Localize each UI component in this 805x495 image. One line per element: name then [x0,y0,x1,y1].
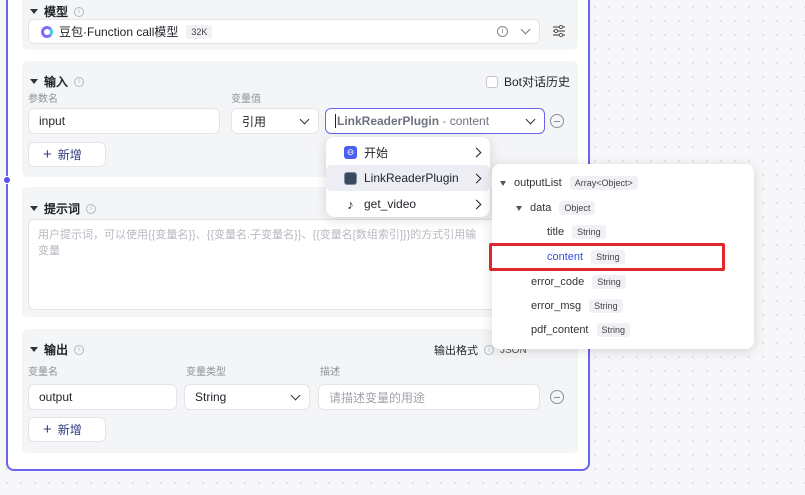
chevron-down-icon[interactable] [299,114,310,124]
add-output-label: 新增 [57,423,82,437]
tree-row-title[interactable]: title String [547,221,606,243]
chevron-right-icon [471,199,482,209]
param-name-column-label: 参数名 [28,94,58,105]
expand-caret-icon[interactable] [516,205,522,211]
prompt-section-title: 提示词 [44,202,81,216]
doubao-logo-icon [41,25,53,38]
field-name: pdf_content [531,324,589,336]
bot-history-toggle[interactable]: Bot对话历史 [486,73,570,90]
output-section-header[interactable]: 输出 i [30,341,85,358]
field-name: data [530,202,552,214]
info-icon: i [86,203,97,214]
bot-history-checkbox[interactable] [486,75,498,88]
type-badge: Array<Object> [569,176,638,190]
add-input-label: 新增 [57,148,82,162]
chevron-right-icon [471,147,482,157]
plus-icon: + [43,146,52,163]
output-section-title: 输出 [44,343,69,357]
ref-type-value: 引用 [242,114,267,129]
model-info-icon[interactable]: i [497,26,508,37]
field-name: error_msg [531,300,582,312]
start-node-icon: ⊖ [344,145,357,159]
chevron-down-icon[interactable] [525,114,536,124]
type-badge: String [592,275,626,289]
context-length-badge: 32K [186,24,213,39]
source-node-menu: ⊖ 开始 LinkReaderPlugin ♪ get_video [326,137,490,217]
output-var-name-input[interactable]: output [28,384,177,410]
menu-item-start[interactable]: ⊖ 开始 [326,139,490,165]
type-badge: String [596,323,631,337]
ref-type-select[interactable]: 引用 [231,108,319,134]
text-cursor [335,114,336,128]
output-var-type-select[interactable]: String [184,384,310,410]
model-name: 豆包·Function call模型 [59,25,179,39]
menu-item-label: get_video [364,197,417,211]
menu-item-label: LinkReaderPlugin [364,171,459,185]
collapse-caret-icon[interactable] [30,9,38,14]
tree-row-pdf-content[interactable]: pdf_content String [531,319,631,341]
input-section-header[interactable]: 输入 i [30,73,85,90]
remove-input-icon[interactable] [550,114,564,128]
plugin-icon [344,171,357,185]
add-output-button[interactable]: + 新增 [28,417,106,442]
var-value-column-label: 变量值 [231,94,261,105]
ref-field-text: content [449,114,490,128]
model-select[interactable]: 豆包·Function call模型 32K i [28,19,540,44]
chevron-down-icon[interactable] [520,24,531,35]
ref-value-select[interactable]: LinkReaderPlugin - content [325,108,545,134]
type-badge: String [589,299,623,313]
tree-row-data[interactable]: data Object [516,197,596,219]
field-name: error_code [531,276,585,288]
menu-item-label: 开始 [364,145,389,160]
add-input-button[interactable]: + 新增 [28,142,106,167]
collapse-caret-icon[interactable] [30,79,38,84]
tiktok-icon: ♪ [347,196,354,212]
output-description-input[interactable]: 请描述变量的用途 [318,384,540,410]
info-icon: i [484,345,494,355]
menu-item-get-video[interactable]: ♪ get_video [326,191,490,217]
prompt-placeholder-line2: 变量 [38,245,60,257]
expand-caret-icon[interactable] [500,180,506,186]
description-column-label: 描述 [320,367,340,378]
prompt-placeholder-line1: 用户提示词，可以使用{{变量名}}、{{变量名.子变量名}}、{{变量名[数组索… [38,229,477,241]
var-type-column-label: 变量类型 [186,367,226,378]
ref-separator: - [439,114,450,128]
param-name-input[interactable]: input [28,108,220,134]
chevron-right-icon [471,173,482,183]
tree-row-outputlist[interactable]: outputList Array<Object> [500,172,638,194]
model-section-title: 模型 [44,5,69,19]
chevron-down-icon[interactable] [290,390,301,400]
input-port-dot[interactable] [3,176,11,184]
model-section-header[interactable]: 模型 i [30,3,85,20]
bot-history-label: Bot对话历史 [504,75,571,89]
highlight-annotation-box [489,243,725,271]
tree-row-error-code[interactable]: error_code String [531,271,626,293]
field-name: outputList [514,177,562,189]
collapse-caret-icon[interactable] [30,206,38,211]
output-format-label: 输出格式 [434,345,478,357]
field-name: title [547,226,565,238]
var-name-column-label: 变量名 [28,367,58,378]
collapse-caret-icon[interactable] [30,347,38,352]
ref-plugin-text: LinkReaderPlugin [337,114,440,128]
input-section-title: 输入 [44,75,69,89]
plus-icon: + [43,421,52,438]
info-icon: i [74,344,85,355]
prompt-section-header[interactable]: 提示词 i [30,200,97,217]
type-badge: String [572,225,606,239]
remove-output-icon[interactable] [550,390,564,404]
info-icon: i [74,76,85,87]
type-badge: Object [559,201,596,215]
menu-item-linkreaderplugin[interactable]: LinkReaderPlugin [326,165,490,191]
info-icon: i [74,6,85,17]
tree-row-error-msg[interactable]: error_msg String [531,295,623,317]
output-var-type-value: String [195,390,227,404]
model-settings-icon[interactable] [553,24,565,40]
